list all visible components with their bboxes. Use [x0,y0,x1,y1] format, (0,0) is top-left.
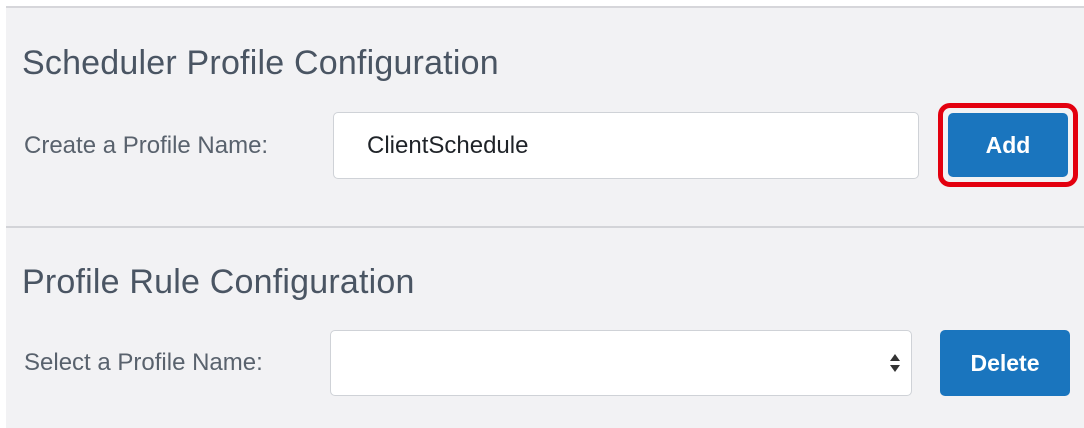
configuration-panel: Scheduler Profile Configuration Create a… [6,6,1084,428]
section-divider [6,226,1084,228]
scheduler-profile-title: Scheduler Profile Configuration [22,44,499,82]
up-down-caret-icon [890,354,900,372]
delete-button[interactable]: Delete [940,330,1070,396]
profile-rule-title: Profile Rule Configuration [22,263,415,301]
add-button[interactable]: Add [948,113,1068,177]
profile-name-input[interactable] [333,112,919,179]
profile-name-select[interactable] [330,330,912,396]
create-profile-name-label: Create a Profile Name: [24,132,269,159]
select-profile-name-label: Select a Profile Name: [24,349,263,376]
